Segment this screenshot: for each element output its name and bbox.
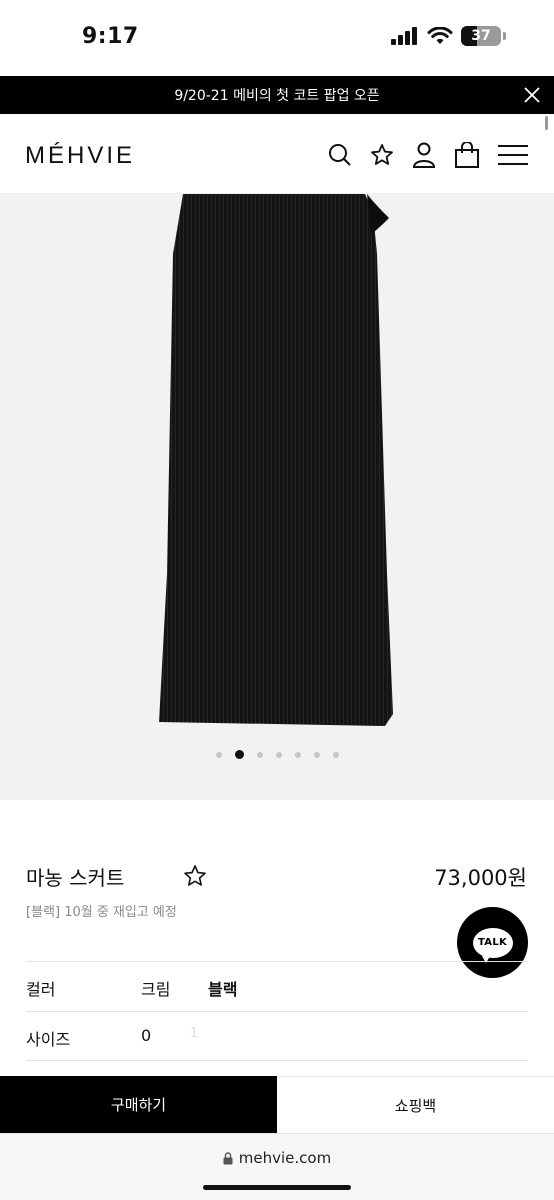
- size-option-0[interactable]: 0: [141, 1026, 151, 1045]
- add-to-bag-button[interactable]: 쇼핑백: [277, 1076, 554, 1133]
- buy-now-button[interactable]: 구매하기: [0, 1076, 277, 1133]
- header-icons: [328, 142, 528, 168]
- browser-url-bar[interactable]: mehvie.com: [0, 1133, 554, 1200]
- product-price: 73,000원: [434, 866, 527, 890]
- product-image: [159, 194, 393, 726]
- color-option-label: 컬러: [26, 980, 56, 999]
- battery-percent: 37: [471, 28, 491, 44]
- option-divider: [26, 1011, 528, 1012]
- gallery-dot[interactable]: [275, 751, 282, 758]
- gallery-dot[interactable]: [256, 751, 263, 758]
- size-option-label: 사이즈: [26, 1030, 71, 1049]
- battery-cap: [503, 32, 506, 40]
- size-option-1[interactable]: 1: [190, 1026, 198, 1041]
- gallery-dot[interactable]: [215, 751, 222, 758]
- star-icon[interactable]: [370, 143, 394, 167]
- cellular-signal-icon: [391, 27, 417, 45]
- status-icons: 37: [391, 26, 506, 46]
- close-icon[interactable]: [522, 85, 542, 105]
- page-scrollbar[interactable]: [545, 116, 548, 130]
- gallery-pagination: [0, 750, 554, 759]
- color-option-black[interactable]: 블랙: [208, 976, 237, 1000]
- lock-icon: [223, 1151, 233, 1164]
- chat-bubble-icon: TALK: [472, 927, 513, 963]
- site-header: MÉHVIE: [0, 114, 554, 194]
- kakao-talk-button[interactable]: TALK: [457, 907, 528, 978]
- status-time: 9:17: [82, 24, 139, 49]
- product-image-gallery[interactable]: [0, 194, 554, 800]
- url-display[interactable]: mehvie.com: [0, 1149, 554, 1167]
- option-divider: [26, 1060, 528, 1061]
- shopping-bag-icon[interactable]: [454, 142, 480, 168]
- promo-text: 9/20-21 메비의 첫 코트 팝업 오픈: [174, 88, 380, 104]
- battery-indicator: 37: [461, 26, 506, 46]
- status-bar: 9:17 37: [0, 0, 554, 76]
- wifi-icon: [427, 26, 453, 44]
- home-indicator[interactable]: [203, 1185, 351, 1190]
- search-icon[interactable]: [328, 143, 352, 167]
- user-icon[interactable]: [412, 142, 436, 168]
- purchase-action-bar: 구매하기 쇼핑백: [0, 1076, 554, 1133]
- wishlist-star-icon[interactable]: [183, 864, 207, 888]
- url-text: mehvie.com: [238, 1149, 332, 1167]
- gallery-dot[interactable]: [294, 751, 301, 758]
- battery-icon: 37: [461, 26, 501, 46]
- restock-note: [블랙] 10월 중 재입고 예정: [26, 905, 177, 920]
- brand-logo[interactable]: MÉHVIE: [25, 142, 135, 170]
- color-option-cream[interactable]: 크림: [141, 976, 170, 1000]
- gallery-dot[interactable]: [332, 751, 339, 758]
- promo-banner[interactable]: 9/20-21 메비의 첫 코트 팝업 오픈: [0, 76, 554, 114]
- gallery-dot[interactable]: [234, 750, 244, 759]
- menu-icon[interactable]: [498, 143, 528, 167]
- product-name: 마농 스커트: [26, 866, 125, 890]
- talk-label: TALK: [477, 937, 508, 948]
- option-divider: [26, 961, 528, 962]
- gallery-dot[interactable]: [313, 751, 320, 758]
